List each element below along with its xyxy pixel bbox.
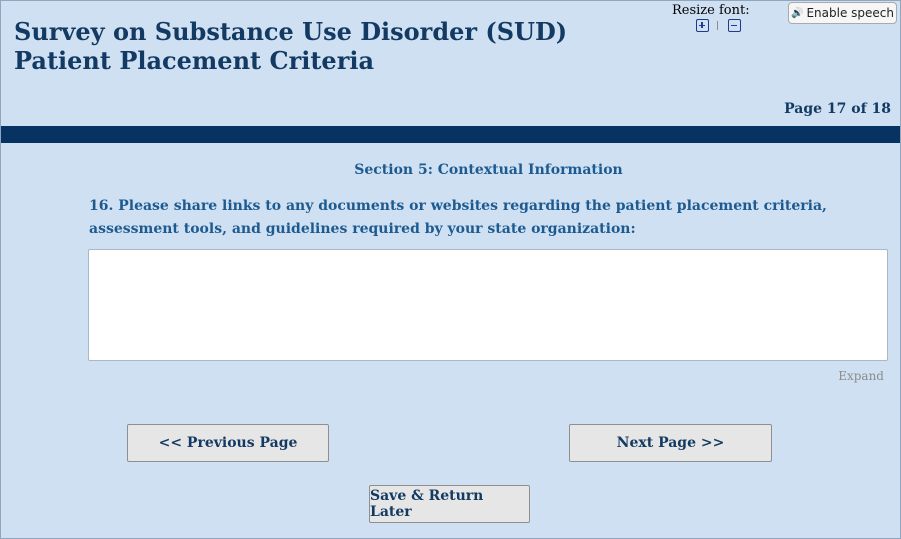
resize-font-label: Resize font: — [672, 3, 750, 18]
question-text: 16. Please share links to any documents … — [89, 198, 827, 237]
resize-font-controls — [696, 19, 746, 37]
speaker-icon: 🔊 — [791, 7, 804, 19]
minus-box-icon[interactable] — [728, 19, 741, 32]
expand-link[interactable]: Expand — [821, 369, 884, 383]
previous-page-button[interactable]: << Previous Page — [127, 424, 329, 462]
resize-separator — [717, 21, 718, 30]
save-return-later-button[interactable]: Save & Return Later — [369, 485, 530, 523]
page-indicator: Page 17 of 18 — [784, 101, 891, 117]
next-page-button[interactable]: Next Page >> — [569, 424, 772, 462]
plus-box-icon[interactable] — [696, 19, 709, 32]
survey-title: Survey on Substance Use Disorder (SUD) P… — [14, 17, 568, 75]
enable-speech-button[interactable]: 🔊 Enable speech — [788, 2, 897, 24]
section-heading: Section 5: Contextual Information — [354, 162, 623, 178]
enable-speech-label: Enable speech — [806, 6, 894, 20]
survey-page: Survey on Substance Use Disorder (SUD) P… — [0, 0, 901, 539]
answer-textarea[interactable] — [88, 249, 888, 361]
header-divider-bar — [1, 126, 900, 143]
